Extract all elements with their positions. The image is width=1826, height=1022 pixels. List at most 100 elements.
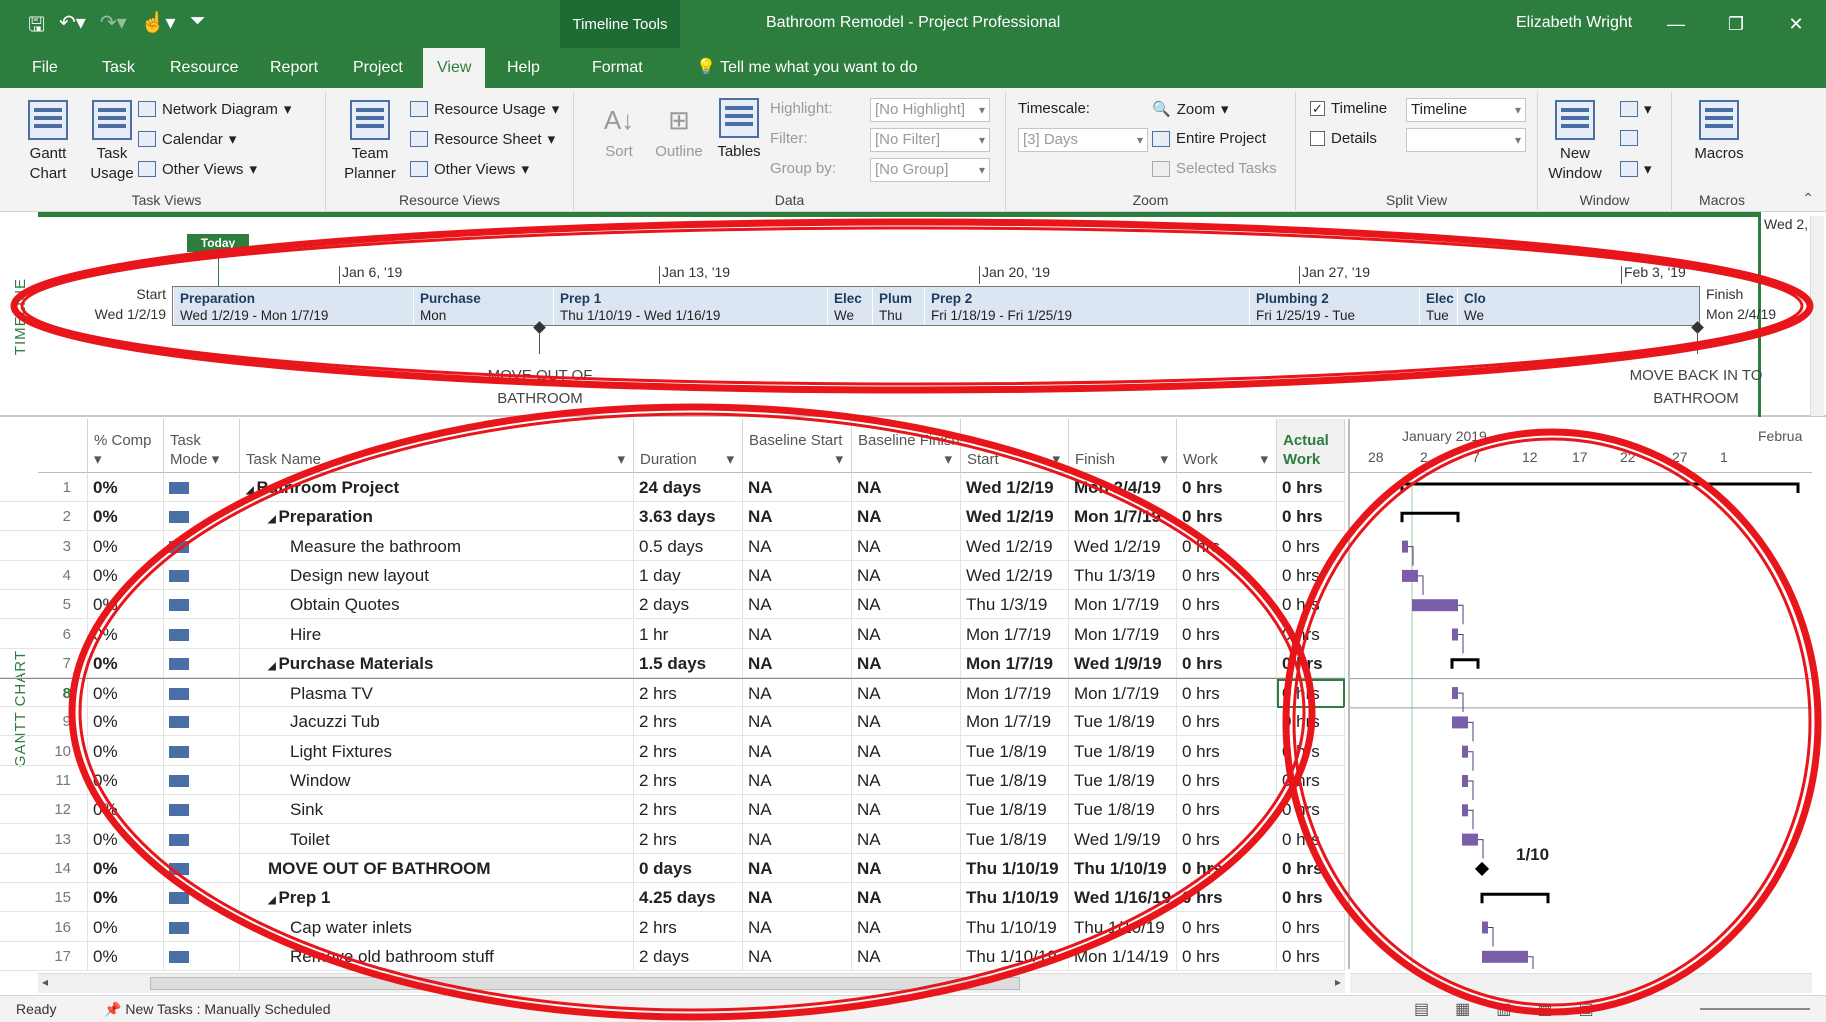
task-other-views-button[interactable]: Other Views ▾ — [138, 160, 257, 178]
cell-bf[interactable]: NA — [852, 502, 961, 532]
timeline-task[interactable]: Clo We — [1457, 287, 1517, 325]
table-row[interactable]: 16 0% Cap water inlets 2 hrs NA NA Thu 1/10/19… — [0, 912, 1345, 942]
cell-work[interactable]: 0 hrs — [1177, 736, 1277, 766]
group-by-combo[interactable]: [No Group] — [870, 158, 990, 182]
cell-work[interactable]: 0 hrs — [1177, 560, 1277, 590]
cell-finish[interactable]: Thu 1/3/19 — [1069, 560, 1177, 590]
cell-start[interactable]: Thu 1/3/19 — [961, 590, 1069, 620]
cell-id[interactable]: 14 — [38, 853, 88, 883]
scroll-left-icon[interactable]: ◂ — [42, 975, 48, 989]
table-row[interactable]: 3 0% Measure the bathroom 0.5 days NA NA Wed 1… — [0, 531, 1345, 561]
cell-work[interactable]: 0 hrs — [1177, 473, 1277, 502]
col-header-work[interactable]: Work ▾ — [1177, 419, 1277, 473]
cell-actual[interactable]: 0 hrs — [1277, 590, 1345, 620]
close-icon[interactable]: ✕ — [1766, 0, 1826, 48]
col-header-finish[interactable]: Finish ▾ — [1069, 419, 1177, 473]
cell-duration[interactable]: 1.5 days — [634, 648, 743, 678]
filter-combo[interactable]: [No Filter] — [870, 128, 990, 152]
cell-duration[interactable]: 2 hrs — [634, 766, 743, 795]
cell-start[interactable]: Mon 1/7/19 — [961, 619, 1069, 649]
network-diagram-button[interactable]: Network Diagram ▾ — [138, 100, 291, 118]
select-all-corner[interactable] — [38, 419, 88, 473]
resource-usage-button[interactable]: Resource Usage ▾ — [410, 100, 559, 118]
details-checkbox[interactable]: Details — [1310, 130, 1377, 147]
cell-name[interactable]: Jacuzzi Tub — [240, 707, 634, 737]
cell-mode[interactable] — [164, 736, 240, 766]
cell-bs[interactable]: NA — [743, 679, 852, 709]
gantt-chart-button[interactable]: Gantt Chart — [18, 100, 78, 184]
cell-finish[interactable]: Tue 1/8/19 — [1069, 736, 1177, 766]
tab-project[interactable]: Project — [339, 48, 417, 88]
redo-icon[interactable]: ↷▾ — [100, 10, 127, 44]
cell-actual[interactable]: 0 hrs — [1277, 473, 1345, 502]
cell-bs[interactable]: NA — [743, 531, 852, 561]
cell-duration[interactable]: 24 days — [634, 473, 743, 502]
cell-comp[interactable]: 0% — [88, 736, 164, 766]
cell-bs[interactable]: NA — [743, 941, 852, 971]
cell-comp[interactable]: 0% — [88, 883, 164, 913]
timeline-task[interactable]: Elec We — [827, 287, 872, 325]
cell-bf[interactable]: NA — [852, 473, 961, 502]
cell-mode[interactable] — [164, 883, 240, 913]
cell-mode[interactable] — [164, 766, 240, 795]
cell-bs[interactable]: NA — [743, 619, 852, 649]
cell-actual[interactable]: 0 hrs — [1277, 560, 1345, 590]
cell-comp[interactable]: 0% — [88, 648, 164, 678]
table-row[interactable]: 8 0% Plasma TV 2 hrs NA NA Mon 1/7/19 Mon 1/7/1… — [0, 678, 1345, 709]
timeline-scrollbar[interactable] — [1810, 216, 1824, 416]
cell-id[interactable]: 12 — [38, 795, 88, 825]
resource-sheet-button[interactable]: Resource Sheet ▾ — [410, 130, 555, 148]
table-horizontal-scrollbar[interactable]: ◂ ▸ — [38, 973, 1345, 993]
cell-start[interactable]: Tue 1/8/19 — [961, 824, 1069, 854]
cell-id[interactable]: 8 — [38, 679, 88, 709]
cell-comp[interactable]: 0% — [88, 824, 164, 854]
cell-duration[interactable]: 2 days — [634, 941, 743, 971]
cell-duration[interactable]: 2 hrs — [634, 736, 743, 766]
table-row[interactable]: 15 0% ◢ Prep 1 4.25 days NA NA Thu 1/10/19 Wed … — [0, 883, 1345, 913]
chart-horizontal-scrollbar[interactable] — [1350, 973, 1812, 993]
cell-finish[interactable]: Tue 1/8/19 — [1069, 766, 1177, 795]
outline-button[interactable]: ⊞ Outline — [650, 98, 708, 162]
cell-actual[interactable]: 0 hrs — [1277, 648, 1345, 678]
tab-resource[interactable]: Resource — [156, 48, 252, 88]
cell-actual[interactable]: 0 hrs — [1277, 824, 1345, 854]
cell-id[interactable]: 16 — [38, 912, 88, 942]
cell-comp[interactable]: 0% — [88, 560, 164, 590]
timeline-task[interactable]: Elec Tue — [1419, 287, 1457, 325]
cell-id[interactable]: 5 — [38, 590, 88, 620]
cell-finish[interactable]: Thu 1/10/19 — [1069, 853, 1177, 883]
timeline-task[interactable]: Prep 1 Thu 1/10/19 - Wed 1/16/19 — [553, 287, 843, 325]
cell-name[interactable]: Plasma TV — [240, 679, 634, 709]
team-planner-view-icon[interactable]: ▥ — [1496, 999, 1511, 1019]
cell-mode[interactable] — [164, 619, 240, 649]
cell-comp[interactable]: 0% — [88, 473, 164, 502]
cell-mode[interactable] — [164, 679, 240, 709]
cell-id[interactable]: 3 — [38, 531, 88, 561]
cell-bf[interactable]: NA — [852, 531, 961, 561]
cell-bs[interactable]: NA — [743, 853, 852, 883]
restore-icon[interactable]: ❐ — [1706, 0, 1766, 48]
cell-mode[interactable] — [164, 912, 240, 942]
cell-finish[interactable]: Wed 1/16/19 — [1069, 883, 1177, 913]
cell-duration[interactable]: 0 days — [634, 853, 743, 883]
cell-mode[interactable] — [164, 473, 240, 502]
cell-name[interactable]: Toilet — [240, 824, 634, 854]
cell-id[interactable]: 15 — [38, 883, 88, 913]
cell-bs[interactable]: NA — [743, 502, 852, 532]
cell-finish[interactable]: Thu 1/10/19 — [1069, 912, 1177, 942]
timescale-combo[interactable]: [3] Days — [1018, 128, 1148, 152]
timeline-task[interactable]: Plumbing 2 Fri 1/25/19 - Tue — [1249, 287, 1419, 325]
cell-work[interactable]: 0 hrs — [1177, 502, 1277, 532]
cell-finish[interactable]: Mon 2/4/19 — [1069, 473, 1177, 502]
col-header-comp[interactable]: % Comp ▾ — [88, 419, 164, 473]
resource-sheet-view-icon[interactable]: ▦ — [1537, 999, 1552, 1019]
collapse-triangle-icon[interactable]: ◢ — [268, 514, 278, 525]
cell-actual[interactable]: 0 hrs — [1277, 531, 1345, 561]
cell-finish[interactable]: Wed 1/9/19 — [1069, 648, 1177, 678]
report-view-icon[interactable]: ▣ — [1579, 999, 1594, 1019]
scroll-right-icon[interactable]: ▸ — [1335, 975, 1341, 989]
sort-button[interactable]: A↓ Sort — [596, 98, 642, 162]
tab-task[interactable]: Task — [88, 48, 149, 88]
cell-bf[interactable]: NA — [852, 590, 961, 620]
gantt-chart[interactable]: January 2019 Februa 28 2 7 12 17 22 27 1 1/10 — [1348, 419, 1812, 993]
